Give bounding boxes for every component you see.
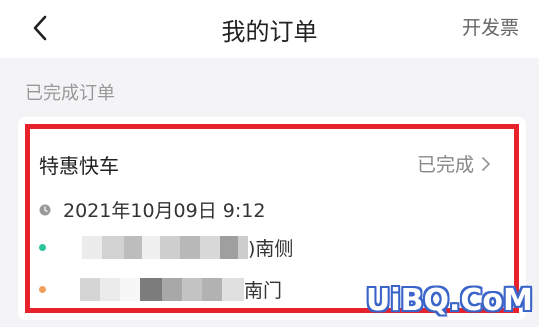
- order-time-row: 2021年10月09日 9:12: [39, 196, 265, 223]
- redacted-address: [80, 278, 244, 301]
- redacted-address: [82, 236, 248, 259]
- end-dot: [39, 286, 46, 293]
- start-location-row: )南侧: [39, 234, 293, 261]
- order-status[interactable]: 已完成: [417, 150, 490, 177]
- ride-type-label: 特惠快车: [39, 154, 119, 178]
- end-address-suffix: 南门: [244, 280, 283, 302]
- chevron-right-icon: [482, 156, 490, 171]
- back-button[interactable]: [24, 11, 56, 45]
- chevron-left-icon: [33, 15, 47, 41]
- page-title: 我的订单: [221, 17, 318, 46]
- section-title: 已完成订单: [25, 83, 115, 104]
- top-bar: 我的订单 开发票: [0, 0, 539, 58]
- clock-icon: [39, 204, 51, 215]
- order-status-label: 已完成: [417, 154, 475, 176]
- issue-invoice-button[interactable]: 开发票: [462, 14, 519, 42]
- site-watermark: UiBQ.CoM: [366, 283, 533, 318]
- start-address-suffix: )南侧: [248, 238, 294, 260]
- start-dot: [39, 244, 46, 251]
- end-location-row: 南门: [39, 276, 282, 303]
- order-datetime: 2021年10月09日 9:12: [63, 200, 266, 222]
